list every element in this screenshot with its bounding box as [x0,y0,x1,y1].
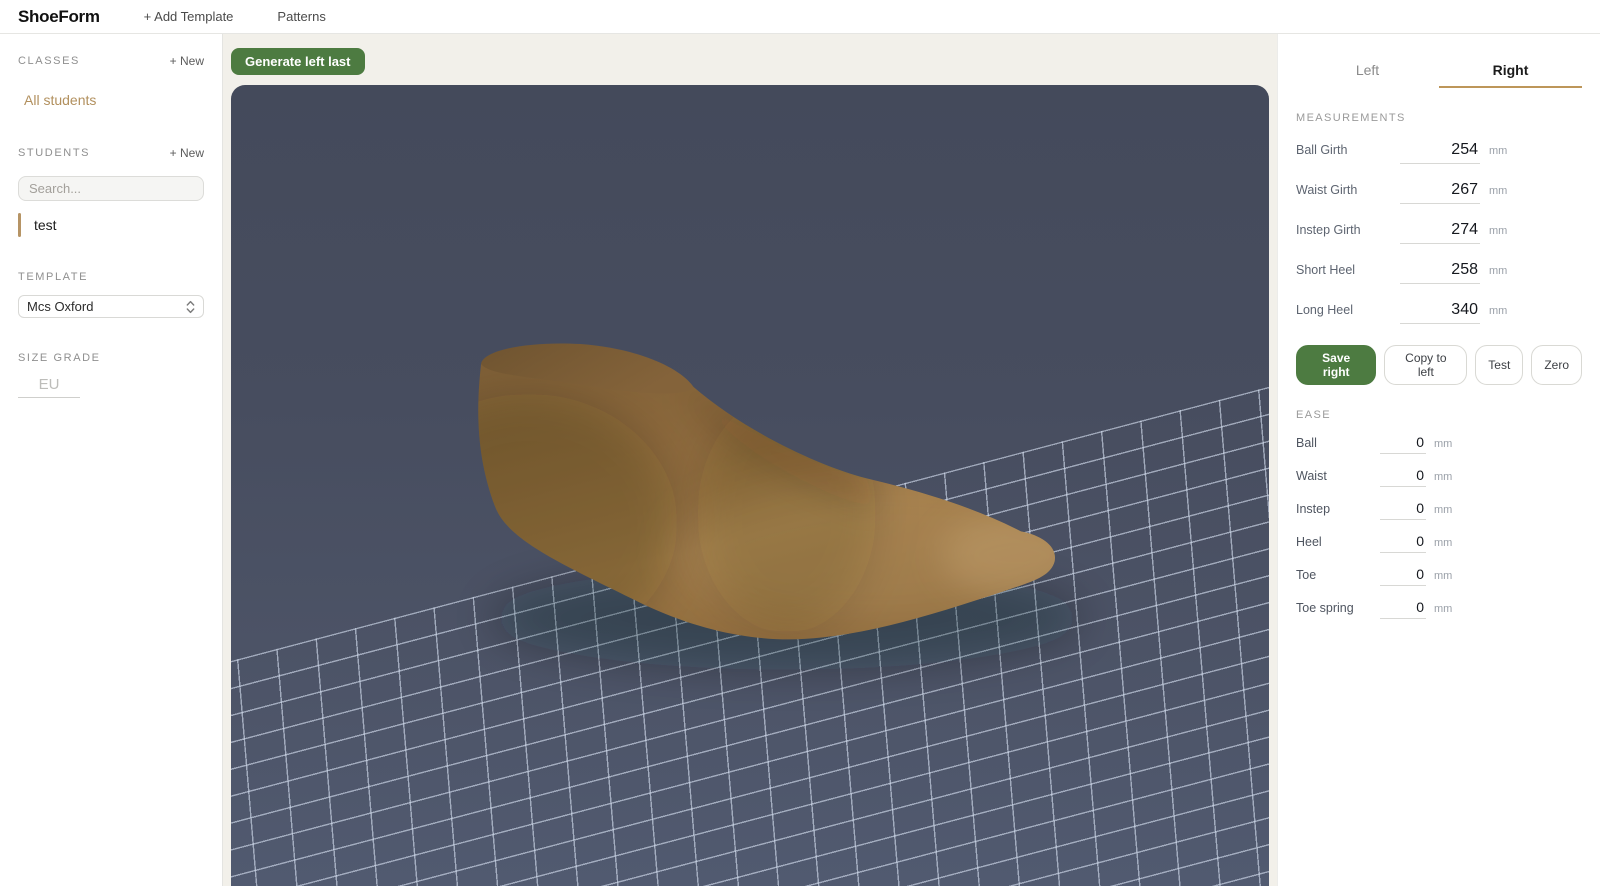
unit-label: mm [1489,265,1508,277]
classes-header: CLASSES [18,55,80,67]
measurement-label: Waist Girth [1296,183,1358,197]
ease-label: Ball [1296,436,1317,450]
new-class-button[interactable]: + New [170,54,204,68]
ease-row: Heel mm [1296,533,1582,553]
selected-indicator [18,213,21,237]
ease-toe-input[interactable] [1380,566,1426,586]
nav-patterns[interactable]: Patterns [277,9,325,24]
ease-label: Toe spring [1296,601,1354,615]
app-logo: ShoeForm [18,6,100,26]
size-grade-input[interactable] [18,374,80,398]
ease-ball-input[interactable] [1380,434,1426,454]
sidebar-item-all-students[interactable]: All students [24,92,204,108]
sidebar: CLASSES + New All students STUDENTS + Ne… [0,34,223,886]
ease-toe-spring-input[interactable] [1380,599,1426,619]
unit-label: mm [1434,570,1453,582]
nav-add-template[interactable]: + Add Template [144,9,234,24]
ease-label: Heel [1296,535,1322,549]
unit-label: mm [1434,504,1453,516]
ease-row: Ball mm [1296,434,1582,454]
main-area: Generate left last [223,34,1277,886]
ease-row: Waist mm [1296,467,1582,487]
ease-instep-input[interactable] [1380,500,1426,520]
students-header: STUDENTS [18,147,91,159]
unit-label: mm [1434,471,1453,483]
tab-left[interactable]: Left [1296,58,1439,88]
viewport-3d[interactable] [231,85,1269,886]
long-heel-input[interactable] [1400,301,1480,324]
ease-label: Instep [1296,502,1331,516]
student-name: test [34,217,57,233]
unit-label: mm [1489,305,1508,317]
unit-label: mm [1489,225,1508,237]
measurement-panel: Left Right MEASUREMENTS Ball Girth mm Wa… [1277,34,1600,886]
ease-heel-input[interactable] [1380,533,1426,553]
student-search-input[interactable] [18,176,204,201]
unit-label: mm [1434,603,1453,615]
measurements-header: MEASUREMENTS [1296,112,1406,124]
unit-label: mm [1434,438,1453,450]
template-select[interactable]: Mcs Oxford [18,295,204,318]
tab-right[interactable]: Right [1439,58,1582,88]
measurement-row: Long Heel mm [1296,301,1582,324]
ease-waist-input[interactable] [1380,467,1426,487]
ease-header: EASE [1296,409,1331,421]
ease-row: Instep mm [1296,500,1582,520]
measurement-row: Instep Girth mm [1296,221,1582,244]
measurement-label: Short Heel [1296,263,1356,277]
measurement-row: Short Heel mm [1296,261,1582,284]
unit-label: mm [1489,145,1508,157]
ease-row: Toe spring mm [1296,599,1582,619]
measurement-row: Ball Girth mm [1296,141,1582,164]
side-tabs: Left Right [1296,58,1582,88]
unit-label: mm [1434,537,1453,549]
test-button[interactable]: Test [1475,345,1524,385]
ease-row: Toe mm [1296,566,1582,586]
generate-left-last-button[interactable]: Generate left last [231,48,365,75]
short-heel-input[interactable] [1400,261,1480,284]
size-grade-header: SIZE GRADE [18,352,101,364]
waist-girth-input[interactable] [1400,181,1480,204]
zero-button[interactable]: Zero [1531,345,1582,385]
chevron-up-down-icon [186,300,195,313]
ease-label: Waist [1296,469,1327,483]
ease-label: Toe [1296,568,1317,582]
student-list-item[interactable]: test [18,213,204,237]
new-student-button[interactable]: + New [170,146,204,160]
template-selected-value: Mcs Oxford [27,299,94,314]
measurement-label: Instep Girth [1296,223,1361,237]
copy-to-left-button[interactable]: Copy to left [1384,345,1468,385]
template-header: TEMPLATE [18,271,89,283]
ball-girth-input[interactable] [1400,141,1480,164]
instep-girth-input[interactable] [1400,221,1480,244]
save-right-button[interactable]: Save right [1296,345,1377,385]
measurement-label: Ball Girth [1296,143,1348,157]
unit-label: mm [1489,185,1508,197]
top-nav: ShoeForm + Add Template Patterns [0,0,1600,34]
shoe-last-model [478,343,1085,670]
measurement-label: Long Heel [1296,303,1353,317]
measurement-row: Waist Girth mm [1296,181,1582,204]
